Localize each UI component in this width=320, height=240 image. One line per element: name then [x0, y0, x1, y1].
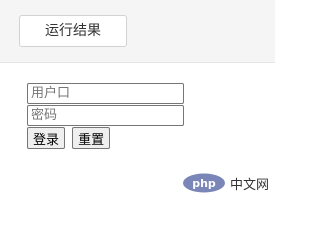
- watermark-site-text: 中文网: [229, 177, 269, 193]
- result-toolbar: 运行结果: [0, 0, 275, 63]
- run-result-tab[interactable]: 运行结果: [19, 15, 127, 47]
- form-button-row: 登录 重置: [27, 127, 184, 149]
- password-input[interactable]: [27, 105, 184, 126]
- username-input[interactable]: [27, 83, 184, 104]
- php-logo-icon: php: [182, 173, 225, 193]
- php-logo-text: php: [192, 177, 216, 190]
- reset-button[interactable]: 重置: [72, 127, 111, 149]
- login-form: 登录 重置: [27, 83, 184, 149]
- login-button[interactable]: 登录: [27, 127, 66, 149]
- result-panel: 登录 重置 php 中文网: [0, 63, 275, 218]
- php-cn-watermark: php 中文网: [182, 172, 269, 194]
